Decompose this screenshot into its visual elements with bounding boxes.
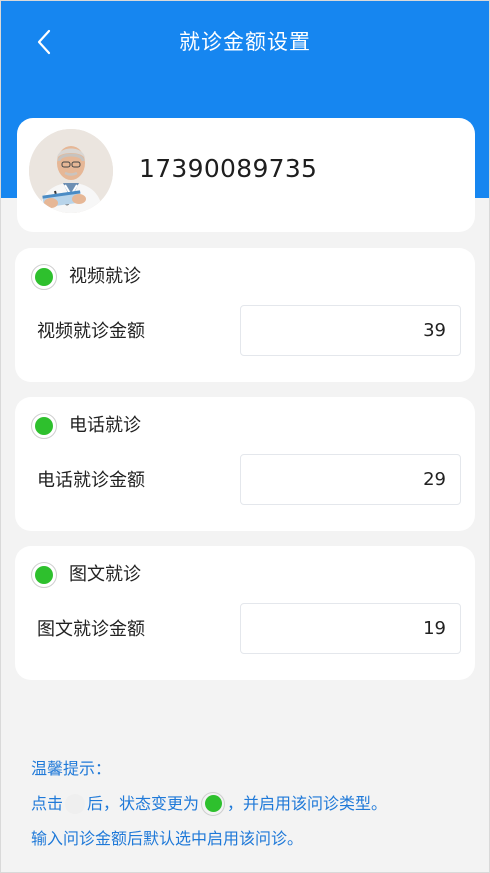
tips-heading: 温馨提示： [31, 759, 112, 778]
video-consult-card: 视频就诊 视频就诊金额 39 [15, 248, 475, 382]
phone-consult-amount-input[interactable]: 29 [240, 454, 461, 505]
text-consult-toggle[interactable] [31, 562, 57, 588]
phone-consult-amount-label: 电话就诊金额 [37, 470, 145, 491]
text-consult-title: 图文就诊 [69, 564, 141, 585]
selected-indicator-icon [35, 417, 53, 435]
tips-line-1: 点击 后，状态变更为 ，并启用该问诊类型。 [31, 786, 479, 821]
text-consult-amount-label: 图文就诊金额 [37, 619, 145, 640]
avatar [29, 129, 113, 213]
video-consult-amount-label: 视频就诊金额 [37, 321, 145, 342]
video-consult-title: 视频就诊 [69, 266, 141, 287]
tips-line-2: 输入问诊金额后默认选中启用该问诊。 [31, 829, 304, 848]
selected-circle-icon [201, 791, 226, 816]
phone-number: 17390089735 [139, 154, 318, 183]
text-consult-card: 图文就诊 图文就诊金额 19 [15, 546, 475, 680]
text-consult-amount-input[interactable]: 19 [240, 603, 461, 654]
phone-consult-toggle[interactable] [31, 413, 57, 439]
app-screen: 就诊金额设置 17390089735 视频就诊 视频就诊金额 39 电话就诊 电… [0, 0, 490, 873]
page-title: 就诊金额设置 [179, 30, 311, 54]
tips-line-1-pre: 点击 [31, 794, 64, 813]
selected-indicator-icon [35, 268, 53, 286]
profile-card: 17390089735 [17, 118, 475, 232]
phone-consult-title: 电话就诊 [69, 415, 141, 436]
unselected-circle-icon [65, 793, 86, 814]
video-consult-toggle[interactable] [31, 264, 57, 290]
video-consult-amount-input[interactable]: 39 [240, 305, 461, 356]
doctor-avatar-icon [29, 129, 113, 213]
selected-indicator-icon [35, 566, 53, 584]
tips-section: 温馨提示： 点击 后，状态变更为 ，并启用该问诊类型。 输入问诊金额后默认选中启… [31, 751, 479, 856]
tips-line-1-post: ，并启用该问诊类型。 [227, 794, 388, 813]
phone-consult-card: 电话就诊 电话就诊金额 29 [15, 397, 475, 531]
tips-line-1-mid: 后，状态变更为 [87, 794, 200, 813]
